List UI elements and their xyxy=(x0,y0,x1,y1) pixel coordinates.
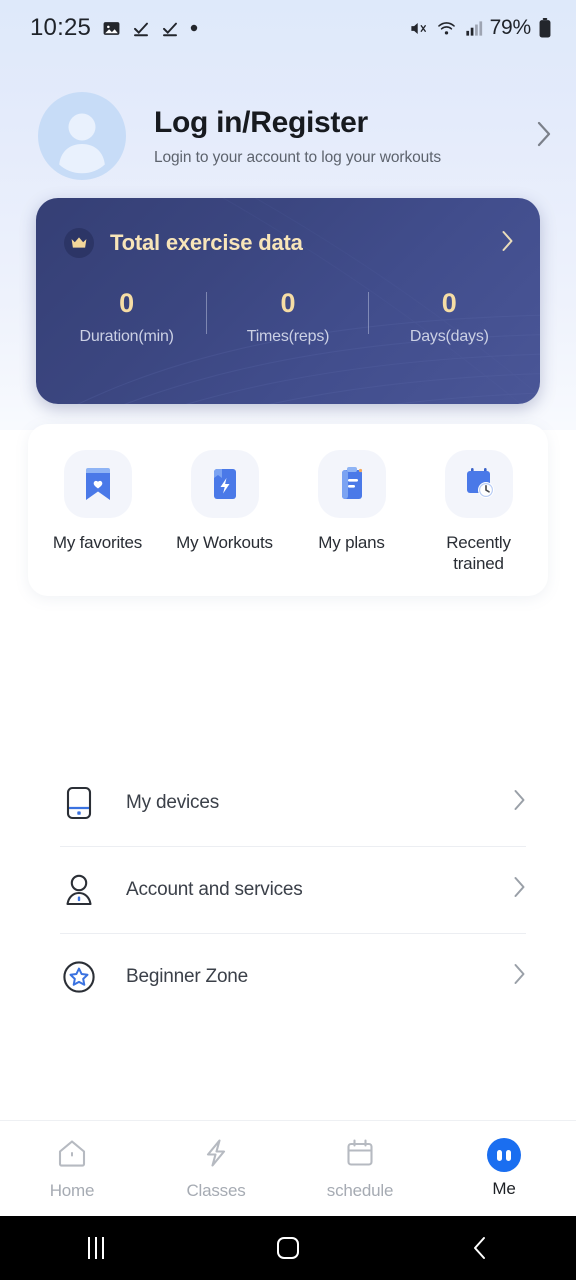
person-icon xyxy=(59,113,105,174)
more-item-label: Beginner Zone xyxy=(126,965,249,987)
stat-value: 0 xyxy=(441,288,457,318)
stat-label: Duration(min) xyxy=(79,328,175,345)
stat-label: Times(reps) xyxy=(246,328,330,345)
battery-icon xyxy=(538,18,552,38)
more-item-beginner-zone[interactable]: Beginner Zone xyxy=(50,933,526,1020)
more-item-account-and-services[interactable]: Account and services xyxy=(50,846,526,933)
lightning-icon xyxy=(200,1137,232,1174)
profile-subtitle: Login to your account to log your workou… xyxy=(154,149,442,166)
me-avatar-icon xyxy=(487,1138,521,1172)
status-time: 10:25 xyxy=(30,14,92,41)
bookmark-heart-icon xyxy=(63,450,132,518)
stat-days: 0 Days(days) xyxy=(369,286,530,346)
home-icon xyxy=(55,1137,89,1174)
profile-header[interactable]: Log in/Register Login to your account to… xyxy=(0,56,576,180)
quick-action-label: My Workouts xyxy=(176,533,273,552)
chevron-right-icon[interactable] xyxy=(536,120,552,153)
chevron-right-icon[interactable] xyxy=(513,789,526,816)
quick-action-label: Recently trained xyxy=(446,533,511,573)
dot-icon xyxy=(190,24,198,32)
profile-text: Log in/Register Login to your account to… xyxy=(154,105,536,167)
page-title: Log in/Register xyxy=(154,106,368,139)
chevron-right-icon[interactable] xyxy=(501,230,514,257)
stat-duration: 0 Duration(min) xyxy=(46,286,208,346)
back-icon[interactable] xyxy=(384,1235,576,1261)
quick-action-recently-trained[interactable]: Recently trained xyxy=(415,450,542,574)
mute-icon xyxy=(408,19,429,38)
status-bar-right: 79% xyxy=(408,16,552,40)
nav-label: Classes xyxy=(186,1180,246,1200)
more-item-label: My devices xyxy=(126,791,220,813)
crown-icon xyxy=(64,228,94,258)
quick-actions-card: My favorites My Workouts My plans Recent… xyxy=(28,424,548,596)
quick-action-my-workouts[interactable]: My Workouts xyxy=(161,450,288,574)
status-bar-left: 10:25 xyxy=(30,14,198,42)
chevron-right-icon[interactable] xyxy=(513,963,526,990)
image-icon xyxy=(102,19,121,38)
quick-action-my-plans[interactable]: My plans xyxy=(288,450,415,574)
card-title: Total exercise data xyxy=(110,230,303,255)
battery-percent: 79% xyxy=(489,16,532,39)
more-item-label: Account and services xyxy=(126,878,303,900)
quick-action-label: My plans xyxy=(318,533,385,552)
check-mark-icon xyxy=(161,19,179,38)
nav-label: schedule xyxy=(326,1180,394,1200)
book-lightning-icon xyxy=(190,450,259,518)
signal-icon xyxy=(464,19,483,38)
bottom-navigation: Home Classes schedule Me xyxy=(0,1120,576,1216)
chevron-right-icon[interactable] xyxy=(513,876,526,903)
card-header: Total exercise data xyxy=(36,198,540,258)
check-mark-icon xyxy=(132,19,150,38)
total-exercise-card[interactable]: Total exercise data 0 Duration(min) 0 Ti… xyxy=(36,198,540,404)
stat-value: 0 xyxy=(119,288,135,318)
calendar-icon xyxy=(344,1137,376,1174)
home-circle-icon[interactable] xyxy=(192,1237,384,1259)
stats-row: 0 Duration(min) 0 Times(reps) 0 Days(day… xyxy=(36,286,540,346)
page-background xyxy=(0,0,576,1280)
recents-icon[interactable] xyxy=(0,1237,192,1259)
android-navigation-bar xyxy=(0,1216,576,1280)
status-bar: 10:25 79% xyxy=(0,0,576,56)
more-item-my-devices[interactable]: My devices xyxy=(50,759,526,846)
quick-action-my-favorites[interactable]: My favorites xyxy=(34,450,161,574)
stat-label: Days(days) xyxy=(409,328,489,345)
eye-right xyxy=(506,1149,511,1161)
nav-tab-classes[interactable]: Classes xyxy=(144,1137,288,1201)
nav-tab-home[interactable]: Home xyxy=(0,1137,144,1201)
device-icon xyxy=(58,786,100,820)
wifi-icon xyxy=(436,19,457,38)
nav-tab-me[interactable]: Me xyxy=(432,1138,576,1199)
nav-label: Me xyxy=(492,1179,516,1198)
quick-action-label: My favorites xyxy=(52,533,143,552)
calendar-clock-icon xyxy=(444,450,513,518)
account-icon xyxy=(58,873,100,907)
stat-times: 0 Times(reps) xyxy=(207,286,369,346)
app-screen: 10:25 79% Log in/Register Login to your … xyxy=(0,0,576,1280)
nav-label: Home xyxy=(49,1180,95,1200)
eye-left xyxy=(497,1149,502,1161)
star-circle-icon xyxy=(58,960,100,994)
nav-tab-schedule[interactable]: schedule xyxy=(288,1137,432,1201)
clipboard-icon xyxy=(317,450,386,518)
avatar xyxy=(38,92,126,180)
stat-value: 0 xyxy=(280,288,296,318)
